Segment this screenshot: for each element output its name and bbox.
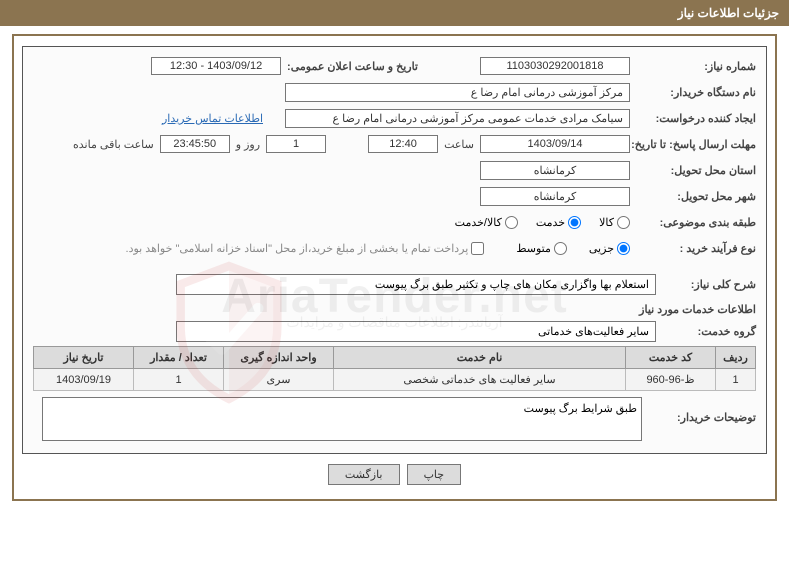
radio-kala[interactable] [617,216,630,229]
lbl-province: استان محل تحویل: [636,164,756,177]
row-city: شهر محل تحویل: کرمانشاه [33,185,756,207]
col-idx: ردیف [716,347,756,369]
page-header: جزئیات اطلاعات نیاز [0,0,789,26]
row-subject-class: طبقه بندی موضوعی: کالا خدمت کالا/خدمت [33,211,756,233]
contact-buyer-link[interactable]: اطلاعات تماس خریدار [162,112,263,125]
lbl-city: شهر محل تحویل: [636,190,756,203]
lbl-time-remain: ساعت باقی مانده [73,138,154,151]
fld-province: کرمانشاه [480,161,630,180]
outer-frame: شماره نیاز: 1103030292001818 تاریخ و ساع… [12,34,777,501]
button-bar: چاپ بازگشت [14,464,775,485]
lbl-buyer-notes: توضیحات خریدار: [656,397,756,424]
fld-need-number: 1103030292001818 [480,57,630,75]
lbl-announce-date: تاریخ و ساعت اعلان عمومی: [287,60,418,73]
lbl-deadline: مهلت ارسال پاسخ: تا تاریخ: [636,138,756,151]
radio-khedmat[interactable] [568,216,581,229]
table-row: 1 ظ-96-960 سایر فعالیت های خدماتی شخصی س… [34,369,756,391]
col-name: نام خدمت [334,347,626,369]
radio-kala-khedmat[interactable] [505,216,518,229]
fld-deadline-time: 12:40 [368,135,438,153]
print-button[interactable]: چاپ [407,464,462,485]
lbl-subject-class: طبقه بندی موضوعی: [636,216,756,229]
page-title: جزئیات اطلاعات نیاز [678,6,779,20]
lbl-purchase-type: نوع فرآیند خرید : [636,242,756,255]
watermark-shield-icon [164,260,294,405]
fld-creator: سیامک مرادی خدمات عمومی مرکز آموزشی درما… [285,109,630,128]
grid-header-row: ردیف کد خدمت نام خدمت واحد اندازه گیری ت… [34,347,756,369]
fld-deadline-date: 1403/09/14 [480,135,630,153]
cell-date: 1403/09/19 [34,369,134,391]
cell-code: ظ-96-960 [626,369,716,391]
lbl-buyer-org: نام دستگاه خریدار: [636,86,756,99]
treasury-checkbox[interactable] [471,242,484,255]
lbl-creator: ایجاد کننده درخواست: [636,112,756,125]
row-buyer-org: نام دستگاه خریدار: مرکز آموزشی درمانی ام… [33,81,756,103]
fld-remain-hms: 23:45:50 [160,135,230,153]
col-code: کد خدمت [626,347,716,369]
fld-remain-days: 1 [266,135,326,153]
radio-medium[interactable] [554,242,567,255]
lbl-need-number: شماره نیاز: [636,60,756,73]
row-deadline: مهلت ارسال پاسخ: تا تاریخ: 1403/09/14 سا… [33,133,756,155]
row-purchase-type: نوع فرآیند خرید : جزیی متوسط پرداخت تمام… [33,237,756,259]
cell-name: سایر فعالیت های خدماتی شخصی [334,369,626,391]
back-button[interactable]: بازگشت [328,464,400,485]
row-creator: ایجاد کننده درخواست: سیامک مرادی خدمات ع… [33,107,756,129]
lbl-time: ساعت [444,138,474,151]
services-info-title: اطلاعات خدمات مورد نیاز [33,303,756,316]
treasury-note: پرداخت تمام یا بخشی از مبلغ خرید،از محل … [126,242,469,255]
fld-buyer-org: مرکز آموزشی درمانی امام رضا ع [285,83,630,102]
services-grid: ردیف کد خدمت نام خدمت واحد اندازه گیری ت… [33,346,756,391]
col-date: تاریخ نیاز [34,347,134,369]
lbl-need-desc: شرح کلی نیاز: [670,278,756,291]
lbl-service-group: گروه خدمت: [670,325,756,338]
cell-idx: 1 [716,369,756,391]
subject-class-option-0[interactable]: کالا [599,216,630,229]
radio-minor[interactable] [617,242,630,255]
lbl-days-and: روز و [236,138,260,151]
fld-buyer-notes: طبق شرایط برگ پیوست [42,397,642,441]
row-need-number: شماره نیاز: 1103030292001818 تاریخ و ساع… [33,55,756,77]
fld-announce-date: 1403/09/12 - 12:30 [151,57,281,75]
purchase-type-option-0[interactable]: جزیی [589,242,630,255]
treasury-checkbox-row[interactable]: پرداخت تمام یا بخشی از مبلغ خرید،از محل … [126,242,485,255]
subject-class-option-2[interactable]: کالا/خدمت [455,216,518,229]
subject-class-option-1[interactable]: خدمت [536,216,581,229]
fld-city: کرمانشاه [480,187,630,206]
purchase-type-option-1[interactable]: متوسط [516,242,567,255]
row-province: استان محل تحویل: کرمانشاه [33,159,756,181]
details-panel: شماره نیاز: 1103030292001818 تاریخ و ساع… [22,46,767,454]
